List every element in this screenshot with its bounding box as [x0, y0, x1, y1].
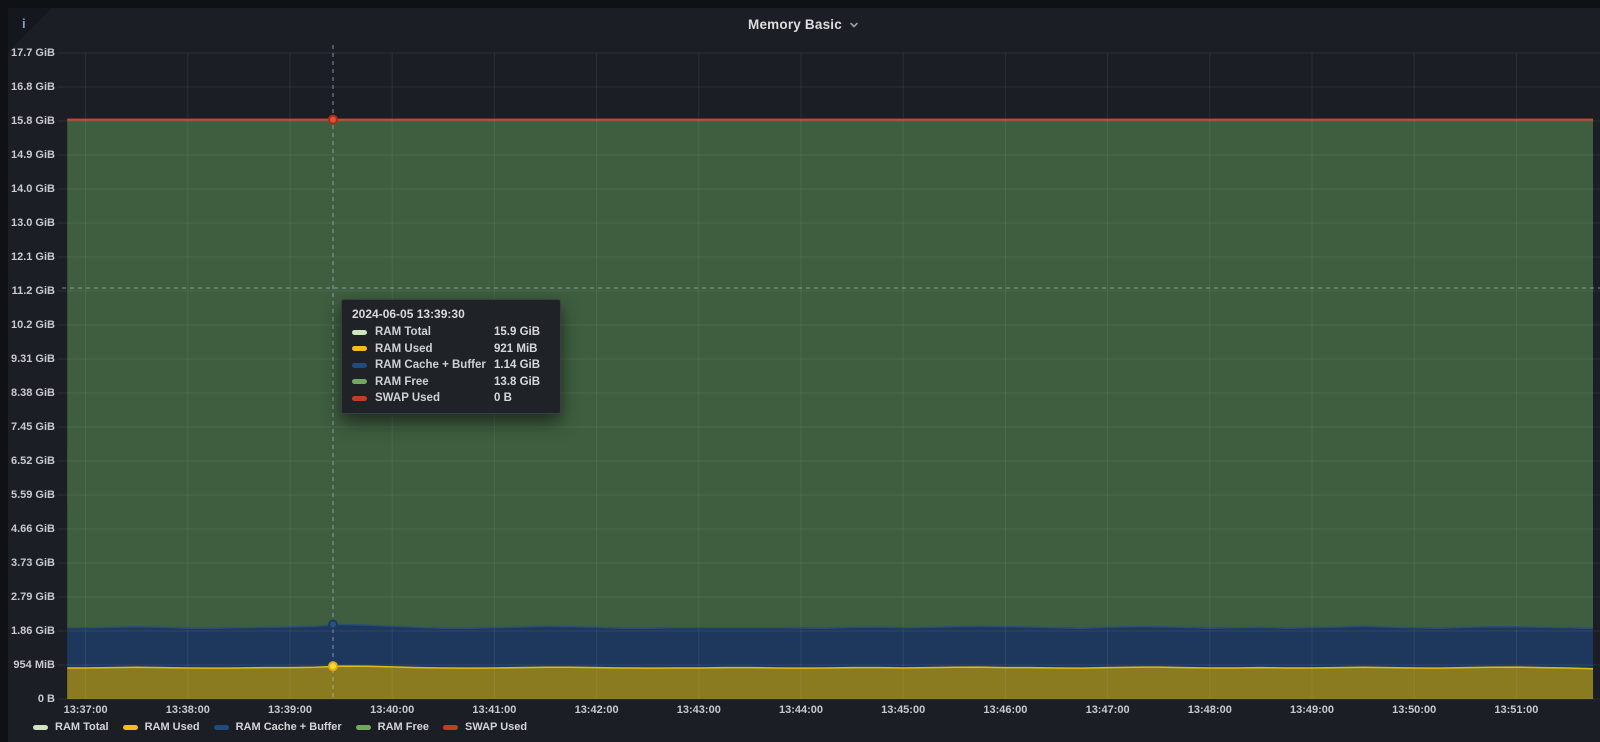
series-color-swatch: [352, 379, 367, 384]
grafana-memory-panel-page: i Memory Basic 0 B 954 MiB 1.86 GiB 2.79 Gi…: [0, 0, 1600, 742]
y-axis-label: 10.2 GiB: [0, 318, 55, 332]
legend-item[interactable]: RAM Cache + Buffer: [214, 721, 342, 733]
y-axis-label: 2.79 GiB: [0, 590, 55, 604]
tooltip-series-label: RAM Cache + Buffer: [375, 359, 486, 371]
y-axis-label: 14.9 GiB: [0, 148, 55, 162]
legend-color-swatch: [443, 725, 458, 730]
legend-item[interactable]: SWAP Used: [443, 721, 527, 733]
legend-item[interactable]: RAM Free: [356, 721, 429, 733]
y-axis-label: 16.8 GiB: [0, 80, 55, 94]
legend-color-swatch: [356, 725, 371, 730]
y-axis-label: 17.7 GiB: [0, 46, 55, 60]
tooltip-series-value: 1.14 GiB: [494, 359, 550, 371]
tooltip-series-label: SWAP Used: [375, 392, 486, 404]
y-axis-label: 8.38 GiB: [0, 386, 55, 400]
info-icon[interactable]: i: [22, 16, 26, 31]
x-axis-label: 13:39:00: [268, 704, 312, 716]
y-axis-label: 5.59 GiB: [0, 488, 55, 502]
y-axis-label: 6.52 GiB: [0, 454, 55, 468]
legend-color-swatch: [123, 725, 138, 730]
tooltip-series-label: RAM Free: [375, 376, 486, 388]
tooltip-row: RAM Total 15.9 GiB: [352, 326, 550, 338]
y-axis-label: 14.0 GiB: [0, 182, 55, 196]
x-axis-label: 13:49:00: [1290, 704, 1334, 716]
y-axis-label: 954 MiB: [0, 658, 55, 672]
tooltip-timestamp: 2024-06-05 13:39:30: [352, 307, 550, 321]
tooltip-rows: RAM Total 15.9 GiB RAM Used 921 MiB RAM Cach…: [352, 326, 550, 404]
tooltip-series-value: 921 MiB: [494, 343, 550, 355]
tooltip-row: RAM Used 921 MiB: [352, 343, 550, 355]
legend-label[interactable]: RAM Cache + Buffer: [236, 721, 342, 733]
y-axis-label: 9.31 GiB: [0, 352, 55, 366]
x-axis-label: 13:38:00: [166, 704, 210, 716]
tooltip-series-label: RAM Used: [375, 343, 486, 355]
series-color-swatch: [352, 330, 367, 335]
x-axis-label: 13:41:00: [472, 704, 516, 716]
tooltip-row: RAM Cache + Buffer 1.14 GiB: [352, 359, 550, 371]
x-axis-label: 13:48:00: [1188, 704, 1232, 716]
x-axis-label: 13:44:00: [779, 704, 823, 716]
legend: RAM Total RAM Used RAM Cache + Buffer RAM F…: [33, 721, 527, 733]
legend-label[interactable]: RAM Used: [145, 721, 200, 733]
legend-label[interactable]: RAM Free: [378, 721, 429, 733]
x-axis-label: 13:46:00: [983, 704, 1027, 716]
memory-chart[interactable]: [0, 0, 1600, 742]
y-axis-label: 13.0 GiB: [0, 216, 55, 230]
tooltip-series-value: 0 B: [494, 392, 550, 404]
ram-free-area: [67, 120, 1593, 629]
x-axis-label: 13:37:00: [64, 704, 108, 716]
tooltip-series-value: 13.8 GiB: [494, 376, 550, 388]
hover-point: [329, 116, 337, 124]
y-axis-label: 12.1 GiB: [0, 250, 55, 264]
x-axis-label: 13:42:00: [575, 704, 619, 716]
panel-header[interactable]: Memory Basic: [8, 8, 1600, 40]
x-axis-label: 13:43:00: [677, 704, 721, 716]
tooltip-row: RAM Free 13.8 GiB: [352, 376, 550, 388]
y-axis-label: 4.66 GiB: [0, 522, 55, 536]
ram-used-area: [67, 666, 1593, 699]
y-axis-label: 0 B: [0, 692, 55, 706]
hover-point: [329, 621, 337, 629]
x-axis-label: 13:47:00: [1086, 704, 1130, 716]
legend-label[interactable]: RAM Total: [55, 721, 109, 733]
chevron-down-icon[interactable]: [848, 19, 860, 31]
series-color-swatch: [352, 346, 367, 351]
legend-label[interactable]: SWAP Used: [465, 721, 527, 733]
y-axis-label: 1.86 GiB: [0, 624, 55, 638]
y-axis-label: 7.45 GiB: [0, 420, 55, 434]
chart-tooltip: 2024-06-05 13:39:30 RAM Total15.9 GiBRAM…: [341, 299, 561, 414]
tooltip-series-value: 15.9 GiB: [494, 326, 550, 338]
panel-title[interactable]: Memory Basic: [748, 17, 842, 32]
legend-color-swatch: [214, 725, 229, 730]
legend-item[interactable]: RAM Total: [33, 721, 109, 733]
x-axis-label: 13:45:00: [881, 704, 925, 716]
x-axis-label: 13:50:00: [1392, 704, 1436, 716]
tooltip-series-label: RAM Total: [375, 326, 486, 338]
y-axis-label: 15.8 GiB: [0, 114, 55, 128]
x-axis-label: 13:40:00: [370, 704, 414, 716]
series-color-swatch: [352, 363, 367, 368]
y-axis-label: 11.2 GiB: [0, 284, 55, 298]
hover-point: [329, 662, 337, 670]
tooltip-row: SWAP Used 0 B: [352, 392, 550, 404]
legend-item[interactable]: RAM Used: [123, 721, 200, 733]
series-color-swatch: [352, 396, 367, 401]
x-axis-label: 13:51:00: [1494, 704, 1538, 716]
y-axis-label: 3.73 GiB: [0, 556, 55, 570]
legend-color-swatch: [33, 725, 48, 730]
